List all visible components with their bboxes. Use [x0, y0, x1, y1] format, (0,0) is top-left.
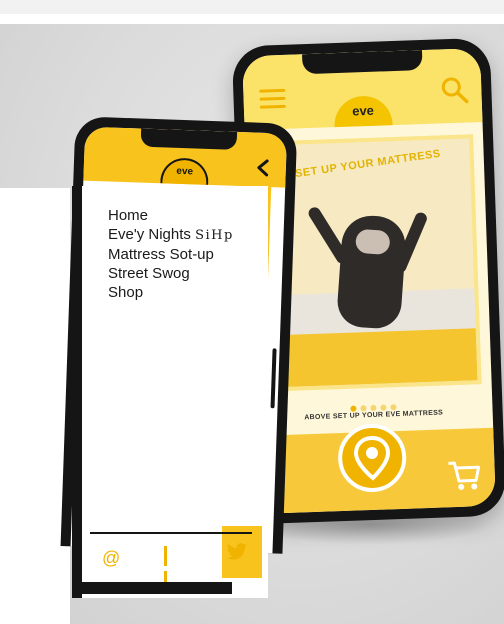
menu-item-suffix: SiHp: [195, 228, 234, 243]
front-brand-logo: eve: [160, 157, 210, 185]
map-pin-icon: [354, 436, 390, 481]
menu-footer-bar: [72, 582, 232, 594]
carousel-dot[interactable]: [390, 404, 397, 411]
carousel-dot[interactable]: [380, 404, 387, 411]
hero-mattress: [271, 328, 478, 388]
carousel-dot[interactable]: [360, 405, 367, 412]
back-phone-notch: [302, 50, 423, 75]
navigation-menu: Home Eve'y Nights SiHp Mattress Sot-up S…: [72, 186, 268, 598]
left-white-panel: [0, 188, 70, 624]
hamburger-menu-icon[interactable]: [259, 88, 286, 110]
menu-item-mattress-setup[interactable]: Mattress Sot-up: [108, 245, 234, 264]
menu-item-label: Home: [108, 207, 149, 224]
top-band: [0, 0, 504, 14]
menu-item-label: Street Swog: [108, 265, 190, 282]
scrollbar-handle[interactable]: [270, 348, 277, 409]
pause-icon[interactable]: [164, 546, 178, 591]
twitter-icon[interactable]: [226, 542, 248, 562]
back-app-header: eve: [242, 47, 483, 131]
menu-divider: [90, 532, 252, 534]
hero-title: SET UP YOUR MATTRESS: [294, 147, 442, 181]
menu-item-street-swag[interactable]: Street Swog: [108, 264, 234, 283]
carousel-dot[interactable]: [350, 405, 357, 412]
front-app-header: eve: [83, 126, 288, 188]
menu-item-shop[interactable]: Shop: [108, 283, 234, 302]
front-phone-notch: [140, 128, 238, 150]
search-icon[interactable]: [439, 74, 470, 105]
carousel-dot[interactable]: [370, 404, 377, 412]
menu-item-label: Eve'y Nights: [108, 226, 191, 243]
location-button[interactable]: [337, 422, 408, 494]
back-brand-logo: eve: [333, 95, 393, 128]
menu-item-home[interactable]: Home: [108, 206, 234, 225]
chevron-left-icon[interactable]: [252, 156, 275, 179]
menu-list: Home Eve'y Nights SiHp Mattress Sot-up S…: [108, 206, 234, 302]
back-app-footer: [255, 422, 496, 515]
menu-item-label: Shop: [108, 284, 144, 301]
menu-item-eve-nights[interactable]: Eve'y Nights SiHp: [108, 225, 234, 245]
top-stripe: [0, 14, 504, 24]
mockup-scene: eve SET UP YOUR MATTRESS ABOVE SET UP YO…: [0, 0, 504, 624]
sloth-face: [354, 228, 391, 256]
at-icon[interactable]: @: [102, 548, 120, 569]
menu-item-label: Mattress Sot-up: [108, 246, 214, 263]
cart-icon[interactable]: [444, 454, 483, 493]
menu-left-border: [72, 186, 82, 598]
sloth-mascot: [335, 213, 408, 330]
